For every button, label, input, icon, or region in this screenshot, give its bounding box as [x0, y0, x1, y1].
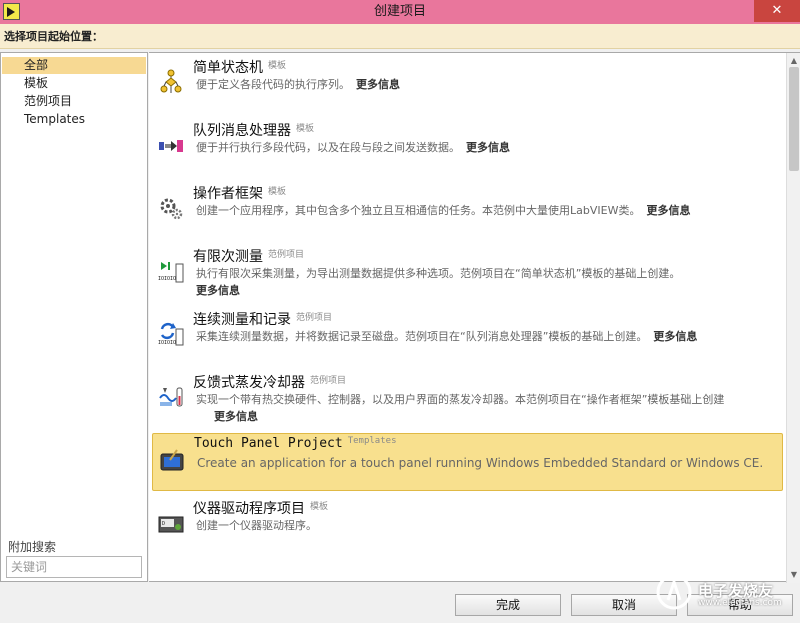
project-tag: Templates [347, 436, 397, 446]
project-description: 便于定义各段代码的执行序列。 更多信息 [196, 76, 780, 93]
project-tag: 模板 [296, 124, 315, 134]
sidebar-item-templates-cn[interactable]: 模板 [2, 75, 146, 92]
project-description: 采集连续测量数据，并将数据记录至磁盘。范例项目在“队列消息处理器”模板的基础上创… [196, 328, 780, 345]
watermark-logo-icon [656, 574, 692, 610]
project-title: 队列消息处理器 [193, 123, 291, 139]
project-tag: 范例项目 [310, 376, 347, 386]
gears-icon [160, 198, 183, 220]
project-name: 操作者框架 模板 [193, 183, 286, 203]
finish-button[interactable]: 完成 [455, 594, 561, 616]
sidebar-item-label: 范例项目 [24, 94, 73, 108]
project-description: 实现一个带有热交换硬件、控制器，以及用户界面的蒸发冷却器。本范例项目在“操作者框… [196, 391, 780, 408]
category-sidebar: 全部 模板 范例项目 Templates [0, 52, 148, 582]
description-text: 创建一个应用程序，其中包含多个独立且互相通信的任务。本范例中大量使用LabVIE… [196, 204, 641, 217]
svg-text:D: D [162, 521, 165, 527]
additional-search-label: 附加搜索 [8, 540, 57, 554]
svg-text:IOIOIO: IOIOIO [158, 276, 176, 282]
project-name: 队列消息处理器 模板 [193, 120, 314, 140]
scroll-up-arrow-icon[interactable]: ▲ [789, 55, 799, 67]
sidebar-item-label: Templates [24, 112, 86, 126]
list-item-actor-framework[interactable]: 操作者框架 模板 创建一个应用程序，其中包含多个独立且互相通信的任务。本范例中大量… [152, 181, 783, 239]
finite-measurement-icon: IOIOIO [158, 262, 184, 283]
description-text: 实现一个带有热交换硬件、控制器，以及用户界面的蒸发冷却器。本范例项目在“操作者框… [196, 393, 725, 406]
description-text: Create an application for a touch panel … [197, 456, 764, 470]
list-item-finite-measurement[interactable]: IOIOIO 有限次测量 范例项目 执行有限次采集测量，为导出测量数据提供多种选项… [152, 244, 783, 302]
sidebar-item-templates[interactable]: Templates [2, 111, 146, 128]
title-bar: 创建项目 ✕ [0, 0, 800, 24]
watermark-url: www.elecfans.com [698, 598, 782, 608]
more-info-link[interactable]: 更多信息 [214, 408, 258, 424]
sidebar-item-label: 全部 [24, 58, 49, 72]
more-info-link[interactable]: 更多信息 [466, 141, 510, 154]
project-name: 仪器驱动程序项目 模板 [193, 498, 328, 518]
project-title: 反馈式蒸发冷却器 [193, 375, 305, 391]
project-description: 执行有限次采集测量，为导出测量数据提供多种选项。范例项目在“简单状态机”模板的基… [196, 265, 780, 282]
touch-panel-icon [160, 449, 184, 471]
window-title: 创建项目 [373, 4, 426, 19]
list-item-touch-panel-project[interactable]: Touch Panel Project Templates Create an a… [152, 433, 783, 491]
project-description: 便于并行执行多段代码，以及在段与段之间发送数据。 更多信息 [196, 139, 780, 156]
project-name: 连续测量和记录 范例项目 [193, 309, 332, 329]
project-title: Touch Panel Project [194, 436, 343, 451]
more-info-link[interactable]: 更多信息 [196, 282, 240, 298]
svg-text:IOIOIO: IOIOIO [158, 340, 176, 346]
description-text: 采集连续测量数据，并将数据记录至磁盘。范例项目在“队列消息处理器”模板的基础上创… [196, 330, 648, 343]
instrument-driver-icon: D [158, 516, 184, 533]
project-name: 简单状态机 模板 [193, 57, 286, 77]
more-info-link[interactable]: 更多信息 [653, 330, 697, 343]
description-text: 执行有限次采集测量，为导出测量数据提供多种选项。范例项目在“简单状态机”模板的基… [196, 267, 681, 280]
keyword-search-input[interactable] [6, 556, 142, 578]
vertical-scrollbar[interactable]: ▲ ▼ [786, 53, 800, 583]
start-location-label: 选择项目起始位置： [4, 30, 103, 43]
start-location-header: 选择项目起始位置： [0, 24, 800, 49]
project-description: 创建一个应用程序，其中包含多个独立且互相通信的任务。本范例中大量使用LabVIE… [196, 202, 780, 219]
list-item-instrument-driver[interactable]: D 仪器驱动程序项目 模板 创建一个仪器驱动程序。 [152, 496, 783, 554]
project-title: 仪器驱动程序项目 [193, 501, 305, 517]
close-button[interactable]: ✕ [754, 0, 800, 22]
description-text: 创建一个仪器驱动程序。 [196, 519, 317, 532]
description-text: 便于并行执行多段代码，以及在段与段之间发送数据。 [196, 141, 460, 154]
project-tag: 范例项目 [296, 313, 333, 323]
watermark: 电子发烧友 www.elecfans.com [654, 572, 794, 612]
project-tag: 模板 [268, 187, 287, 197]
project-name: 反馈式蒸发冷却器 范例项目 [193, 372, 346, 392]
project-title: 操作者框架 [193, 186, 263, 202]
more-info-link[interactable]: 更多信息 [646, 204, 690, 217]
list-item-evaporative-cooler[interactable]: 反馈式蒸发冷却器 范例项目 实现一个带有热交换硬件、控制器，以及用户界面的蒸发冷却… [152, 370, 783, 428]
project-tag: 模板 [268, 61, 287, 71]
scroll-thumb[interactable] [789, 67, 799, 171]
sidebar-item-all[interactable]: 全部 [2, 57, 146, 74]
continuous-measurement-icon: IOIOIO [158, 322, 184, 346]
project-tag: 范例项目 [268, 250, 305, 260]
description-text: 便于定义各段代码的执行序列。 [196, 78, 350, 91]
project-description: Create an application for a touch panel … [197, 455, 781, 472]
project-title: 简单状态机 [193, 60, 263, 76]
list-item-simple-state-machine[interactable]: 简单状态机 模板 便于定义各段代码的执行序列。 更多信息 [152, 55, 783, 113]
list-item-continuous-measurement[interactable]: IOIOIO 连续测量和记录 范例项目 采集连续测量数据，并将数据记录至磁盘。范例… [152, 307, 783, 365]
more-info-link[interactable]: 更多信息 [356, 78, 400, 91]
project-description: 创建一个仪器驱动程序。 [196, 517, 780, 534]
project-title: 连续测量和记录 [193, 312, 291, 328]
list-item-queued-message-handler[interactable]: 队列消息处理器 模板 便于并行执行多段代码，以及在段与段之间发送数据。 更多信息 [152, 118, 783, 176]
project-list: 简单状态机 模板 便于定义各段代码的执行序列。 更多信息 队列消息处理器 模板 便于并… [149, 52, 800, 583]
sidebar-item-sample-projects[interactable]: 范例项目 [2, 93, 146, 110]
project-name: 有限次测量 范例项目 [193, 246, 304, 266]
evaporative-cooler-icon [159, 387, 183, 407]
project-title: 有限次测量 [193, 249, 263, 265]
state-machine-icon [160, 69, 182, 93]
project-tag: 模板 [310, 502, 329, 512]
queued-message-handler-icon [159, 140, 183, 152]
project-name: Touch Panel Project Templates [194, 436, 397, 451]
sidebar-item-label: 模板 [24, 76, 49, 90]
